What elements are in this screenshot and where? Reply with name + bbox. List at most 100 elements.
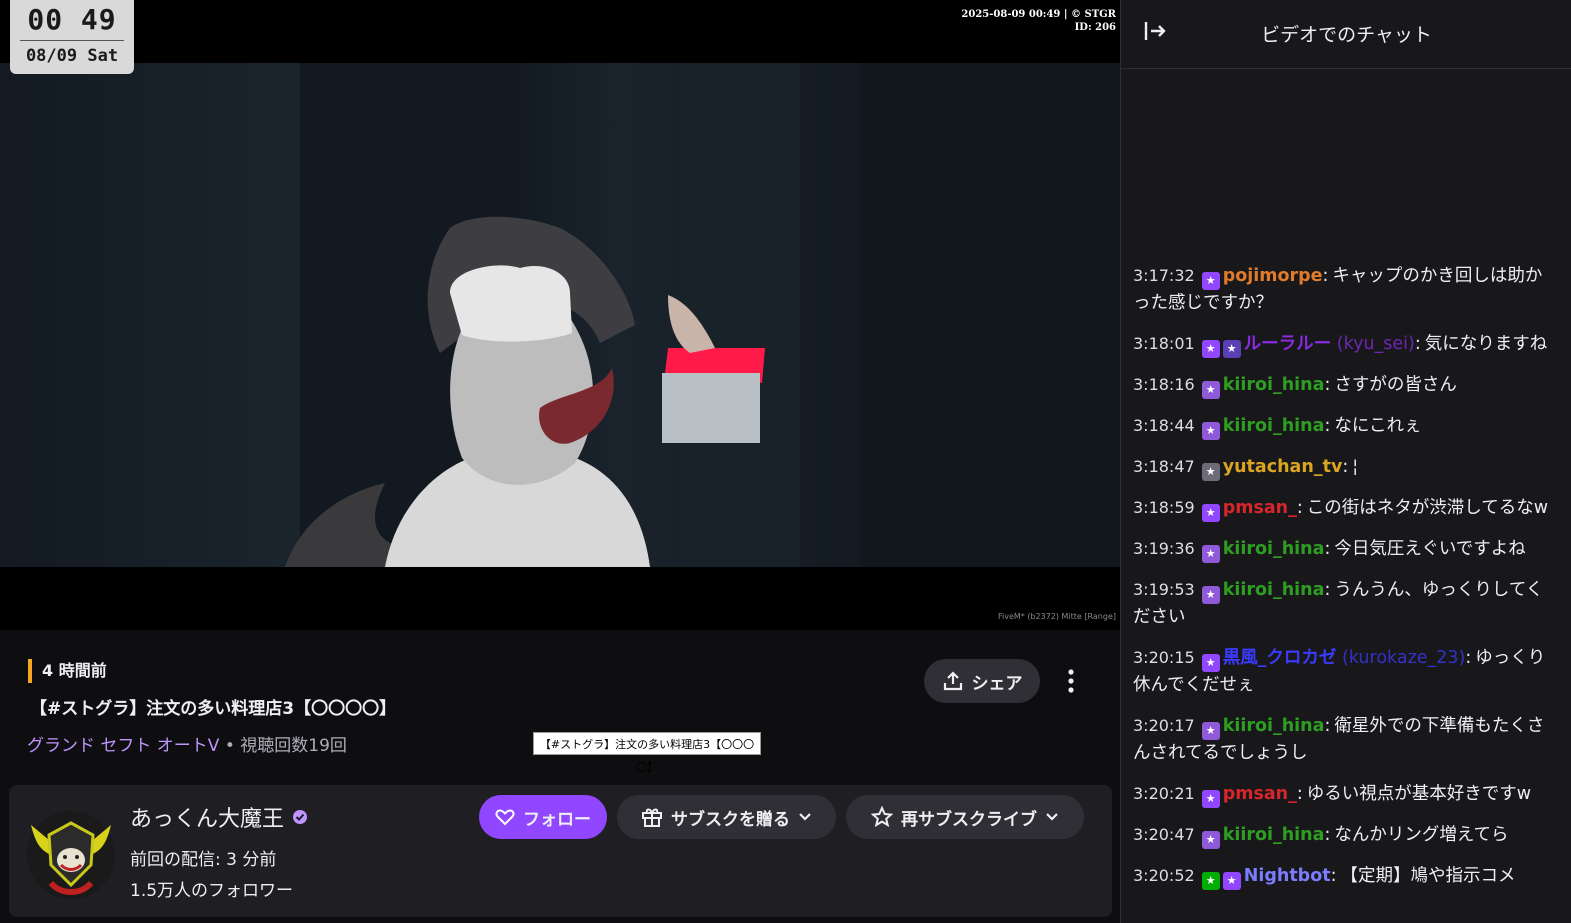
message-timestamp: 3:20:15 <box>1133 648 1195 667</box>
follower-count: 1.5万人のフォロワー <box>130 881 294 901</box>
chat-badge-icon[interactable]: ★ <box>1201 831 1220 849</box>
chat-separator: : <box>1324 580 1331 600</box>
chat-username[interactable]: kiiroi_hina <box>1223 580 1325 600</box>
game-watermark: FiveM* (b2372) Mitte [Range] <box>997 612 1116 621</box>
chat-badge-icon[interactable]: ★ <box>1201 504 1220 522</box>
chat-message-text: ¦ <box>1352 457 1359 477</box>
chat-message: 3:19:36 ★ kiiroi_hina: 今日気圧えぐいですよね <box>1121 535 1571 563</box>
chat-username[interactable]: kiiroi_hina <box>1223 825 1325 845</box>
message-timestamp: 3:19:53 <box>1133 580 1195 599</box>
chat-badge-icon[interactable]: ★ <box>1201 422 1220 440</box>
chat-message: 3:20:47 ★ kiiroi_hina: なんかリング増えてら <box>1121 821 1571 849</box>
chat-badge-icon[interactable]: ★ <box>1201 272 1220 290</box>
chat-badge-icon[interactable]: ★ <box>1222 340 1241 358</box>
character-figure <box>285 216 765 567</box>
chat-separator: : <box>1330 866 1337 886</box>
chevron-down-icon <box>1046 813 1058 821</box>
star-icon <box>871 806 893 828</box>
gift-sub-button[interactable]: サブスクを贈る <box>617 795 836 839</box>
chat-separator: : <box>1342 457 1349 477</box>
message-timestamp: 3:20:21 <box>1133 784 1195 803</box>
chat-message-text: ゆるい視点が基本好きですw <box>1306 784 1532 804</box>
chat-badge-icon[interactable]: ★ <box>1201 790 1220 808</box>
verified-badge-icon <box>293 810 308 824</box>
channel-avatar[interactable] <box>21 805 121 900</box>
chat-login[interactable]: (kurokaze_23) <box>1336 648 1465 668</box>
chat-separator: : <box>1296 784 1303 804</box>
message-timestamp: 3:18:01 <box>1133 334 1195 353</box>
follow-button[interactable]: フォロー <box>479 795 607 839</box>
chat-username[interactable]: kiiroi_hina <box>1223 416 1325 436</box>
chat-separator: : <box>1324 716 1331 736</box>
time-ago: 4 時間前 <box>28 659 107 683</box>
chat-username[interactable]: kiiroi_hina <box>1223 539 1325 559</box>
chat-separator: : <box>1324 416 1331 436</box>
chat-badge-icon[interactable]: ★ <box>1222 872 1241 890</box>
chat-badge-icon[interactable]: ★ <box>1201 722 1220 740</box>
message-timestamp: 3:20:17 <box>1133 716 1195 735</box>
chat-badge-icon[interactable]: ★ <box>1201 340 1220 358</box>
resubscribe-button[interactable]: 再サブスクライブ <box>846 795 1084 839</box>
chat-username[interactable]: ルーラルー <box>1244 334 1332 354</box>
chat-username[interactable]: kiiroi_hina <box>1223 716 1325 736</box>
chat-badge-icon[interactable]: ★ <box>1201 381 1220 399</box>
chat-badge-icon[interactable]: ★ <box>1201 872 1220 890</box>
chat-badge-icon[interactable]: ★ <box>1201 654 1220 672</box>
chat-separator: : <box>1465 648 1472 668</box>
chevron-down-icon <box>799 813 811 821</box>
chat-separator: : <box>1324 375 1331 395</box>
timestamp-line: 2025-08-09 00:49 | © STGR <box>961 9 1116 20</box>
chat-username[interactable]: pojimorpe <box>1223 266 1323 286</box>
clock-overlay: 00 49 08/09 Sat <box>10 0 134 74</box>
chat-message-text: 【定期】鳩や指示コメ <box>1340 866 1516 886</box>
chat-title: ビデオでのチャット <box>1261 24 1432 46</box>
chat-username[interactable]: Nightbot <box>1244 866 1331 886</box>
share-label: シェア <box>971 673 1023 694</box>
share-button[interactable]: シェア <box>924 659 1040 703</box>
video-title: 【#ストグラ】注文の多い料理店3【〇〇〇〇】 <box>30 699 397 719</box>
clock-date: 08/09 Sat <box>25 46 119 66</box>
more-options-button[interactable] <box>1058 663 1084 699</box>
chat-message: 3:20:21 ★ pmsan_: ゆるい視点が基本好きですw <box>1121 780 1571 808</box>
heart-icon <box>495 809 515 826</box>
chat-message: 3:18:59 ★ pmsan_: この街はネタが渋滞してるなw <box>1121 494 1571 522</box>
video-info: 4 時間前 【#ストグラ】注文の多い料理店3【〇〇〇〇】 グランド セフト オー… <box>0 630 1120 923</box>
chat-username[interactable]: pmsan_ <box>1223 498 1297 518</box>
chat-badge-icon[interactable]: ★ <box>1201 586 1220 604</box>
channel-name[interactable]: あっくん大魔王 <box>130 801 308 833</box>
game-link[interactable]: グランド セフト オートV <box>27 736 219 756</box>
chat-separator: : <box>1414 334 1421 354</box>
video-player[interactable]: 00 49 08/09 Sat 2025-08-09 00:49 | © STG… <box>0 0 1120 630</box>
chat-separator: : <box>1324 825 1331 845</box>
message-timestamp: 3:18:47 <box>1133 457 1195 476</box>
chat-message: 3:20:17 ★ kiiroi_hina: 衛星外での下準備もたくさんされてるでしょ… <box>1121 712 1571 767</box>
chat-message-text: 今日気圧えぐいですよね <box>1334 539 1526 559</box>
chat-separator: : <box>1324 539 1331 559</box>
message-timestamp: 3:20:52 <box>1133 866 1195 885</box>
chat-username[interactable]: 黒風_クロカゼ <box>1223 648 1337 668</box>
message-timestamp: 3:18:44 <box>1133 416 1195 435</box>
message-timestamp: 3:18:16 <box>1133 375 1195 394</box>
game-scene <box>0 63 1120 567</box>
chat-username[interactable]: pmsan_ <box>1223 784 1297 804</box>
message-timestamp: 3:18:59 <box>1133 498 1195 517</box>
chat-username[interactable]: kiiroi_hina <box>1223 375 1325 395</box>
chat-separator: : <box>1322 266 1329 286</box>
chat-separator: : <box>1296 498 1303 518</box>
follow-label: フォロー <box>523 809 591 830</box>
demon-avatar-icon <box>27 811 115 899</box>
chat-login[interactable]: (kyu_sei) <box>1331 334 1415 354</box>
chat-message: 3:18:16 ★ kiiroi_hina: さすがの皆さん <box>1121 371 1571 399</box>
chat-message: 3:18:44 ★ kiiroi_hina: なにこれぇ <box>1121 412 1571 440</box>
last-stream: 前回の配信: 3 分前 <box>130 850 277 870</box>
chat-message: 3:18:01 ★ ★ ルーラルー (kyu_sei): 気になりますね <box>1121 330 1571 358</box>
chat-username[interactable]: yutachan_tv <box>1223 457 1343 477</box>
chat-header: ビデオでのチャット <box>1121 0 1571 69</box>
chat-badge-icon[interactable]: ★ <box>1201 545 1220 563</box>
chat-message: 3:20:15 ★ 黒風_クロカゼ (kurokaze_23): ゆっくり休んでくだせ… <box>1121 644 1571 699</box>
message-timestamp: 3:19:36 <box>1133 539 1195 558</box>
timestamp-overlay: 2025-08-09 00:49 | © STGR ID: 206 <box>961 8 1116 34</box>
chat-message: 3:17:32 ★ pojimorpe: キャップのかき回しは助かった感じですか？ <box>1121 262 1571 317</box>
chat-badge-icon[interactable]: ★ <box>1201 463 1220 481</box>
server-id: ID: 206 <box>1074 22 1116 33</box>
